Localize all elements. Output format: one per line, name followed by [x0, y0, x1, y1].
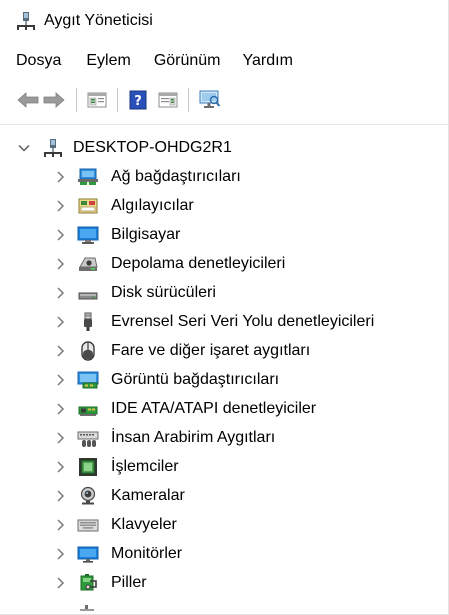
- forward-button[interactable]: [43, 89, 65, 111]
- tree-item-batteries[interactable]: Piller: [0, 568, 448, 597]
- chevron-right-icon[interactable]: [55, 547, 67, 561]
- menu-action[interactable]: Eylem: [86, 48, 130, 74]
- tree-item-label: Bilgisayar: [111, 225, 181, 243]
- chevron-right-icon[interactable]: [55, 576, 67, 590]
- tree-item-label: Disk sürücüleri: [111, 283, 216, 301]
- tree-item-processors[interactable]: İşlemciler: [0, 452, 448, 481]
- computer-monitor-icon: [77, 225, 99, 245]
- disk-drive-icon: [77, 283, 99, 303]
- tree-item-label: Algılayıcılar: [111, 196, 194, 214]
- tree-root-node[interactable]: DESKTOP-OHDG2R1: [0, 133, 448, 162]
- keyboard-icon: [77, 515, 99, 535]
- tree-item-computer[interactable]: Bilgisayar: [0, 220, 448, 249]
- mouse-icon: [77, 340, 99, 361]
- tree-item-label: IDE ATA/ATAPI denetleyiciler: [111, 399, 317, 417]
- tree-item-label: İnsan Arabirim Aygıtları: [111, 428, 276, 446]
- tree-item-partial[interactable]: [0, 597, 448, 611]
- storage-controller-icon: [77, 254, 99, 274]
- partial-item-icon: [77, 603, 99, 611]
- tree-item-label: Monitörler: [111, 544, 183, 562]
- computer-icon: [42, 138, 64, 158]
- menu-help[interactable]: Yardım: [243, 48, 293, 74]
- toolbar-divider: [0, 124, 448, 125]
- usb-icon: [77, 312, 99, 332]
- chevron-right-icon[interactable]: [55, 518, 67, 532]
- sensor-icon: [77, 196, 99, 216]
- scan-hardware-button[interactable]: [197, 89, 221, 111]
- title-bar: Aygıt Yöneticisi: [0, 0, 448, 40]
- device-tree: DESKTOP-OHDG2R1 Ağ bağdaştırıcıları Algı…: [0, 133, 448, 611]
- device-manager-app-icon: [16, 11, 36, 31]
- tree-item-keyboards[interactable]: Klavyeler: [0, 510, 448, 539]
- tree-root-label: DESKTOP-OHDG2R1: [73, 138, 232, 156]
- help-button[interactable]: ?: [127, 89, 149, 111]
- chevron-right-icon[interactable]: [55, 257, 67, 271]
- tree-item-sensors[interactable]: Algılayıcılar: [0, 191, 448, 220]
- device-manager-window: Aygıt Yöneticisi Dosya Eylem Görünüm Yar…: [0, 0, 449, 615]
- action-pane-icon: [158, 91, 178, 109]
- help-icon: ?: [128, 90, 148, 110]
- camera-icon: [77, 486, 99, 506]
- forward-arrow-icon: [43, 91, 65, 109]
- chevron-right-icon[interactable]: [55, 315, 67, 329]
- chevron-right-icon[interactable]: [55, 489, 67, 503]
- tree-item-mice[interactable]: Fare ve diğer işaret aygıtları: [0, 336, 448, 365]
- tree-item-monitors[interactable]: Monitörler: [0, 539, 448, 568]
- chevron-right-icon[interactable]: [55, 460, 67, 474]
- menu-file[interactable]: Dosya: [16, 48, 61, 74]
- display-adapter-icon: [77, 370, 99, 390]
- back-arrow-icon: [17, 91, 39, 109]
- chevron-down-icon[interactable]: [17, 141, 31, 155]
- battery-icon: [77, 573, 99, 593]
- chevron-right-icon[interactable]: [55, 170, 67, 184]
- menu-bar: Dosya Eylem Görünüm Yardım: [0, 46, 293, 76]
- chevron-right-icon[interactable]: [55, 228, 67, 242]
- svg-text:?: ?: [134, 94, 142, 109]
- tree-item-label: Ağ bağdaştırıcıları: [111, 167, 241, 185]
- properties-button[interactable]: [86, 89, 108, 111]
- window-title: Aygıt Yöneticisi: [44, 12, 153, 29]
- chevron-right-icon[interactable]: [55, 431, 67, 445]
- hid-icon: [77, 428, 99, 448]
- tree-item-network-adapters[interactable]: Ağ bağdaştırıcıları: [0, 162, 448, 191]
- properties-pane-icon: [87, 91, 107, 109]
- tree-item-label: Depolama denetleyicileri: [111, 254, 286, 272]
- tree-item-usb-controllers[interactable]: Evrensel Seri Veri Yolu denetleyicileri: [0, 307, 448, 336]
- toolbar-separator: [188, 88, 189, 112]
- action-pane-button[interactable]: [157, 89, 179, 111]
- chevron-right-icon[interactable]: [55, 344, 67, 358]
- chevron-right-icon[interactable]: [55, 199, 67, 213]
- ide-controller-icon: [77, 399, 99, 419]
- menu-view[interactable]: Görünüm: [154, 48, 221, 74]
- tree-item-label: Klavyeler: [111, 515, 177, 533]
- toolbar: ?: [0, 83, 448, 117]
- tree-item-label: İşlemciler: [111, 457, 179, 475]
- tree-item-label: Evrensel Seri Veri Yolu denetleyicileri: [111, 312, 375, 330]
- chevron-right-icon[interactable]: [55, 402, 67, 416]
- tree-item-label: Görüntü bağdaştırıcıları: [111, 370, 280, 388]
- processor-icon: [77, 457, 99, 477]
- tree-item-cameras[interactable]: Kameralar: [0, 481, 448, 510]
- tree-item-storage-controllers[interactable]: Depolama denetleyicileri: [0, 249, 448, 278]
- tree-item-label: Fare ve diğer işaret aygıtları: [111, 341, 311, 359]
- tree-item-ide-controllers[interactable]: IDE ATA/ATAPI denetleyiciler: [0, 394, 448, 423]
- tree-item-display-adapters[interactable]: Görüntü bağdaştırıcıları: [0, 365, 448, 394]
- tree-item-hid[interactable]: İnsan Arabirim Aygıtları: [0, 423, 448, 452]
- monitor-icon: [77, 544, 99, 564]
- tree-item-label: Piller: [111, 573, 147, 591]
- network-adapter-icon: [77, 167, 99, 187]
- chevron-right-icon[interactable]: [55, 373, 67, 387]
- tree-item-label: Kameralar: [111, 486, 185, 504]
- back-button[interactable]: [17, 89, 39, 111]
- toolbar-separator: [117, 88, 118, 112]
- toolbar-separator: [76, 88, 77, 112]
- chevron-right-icon[interactable]: [55, 286, 67, 300]
- scan-monitor-icon: [197, 90, 221, 110]
- tree-item-disk-drives[interactable]: Disk sürücüleri: [0, 278, 448, 307]
